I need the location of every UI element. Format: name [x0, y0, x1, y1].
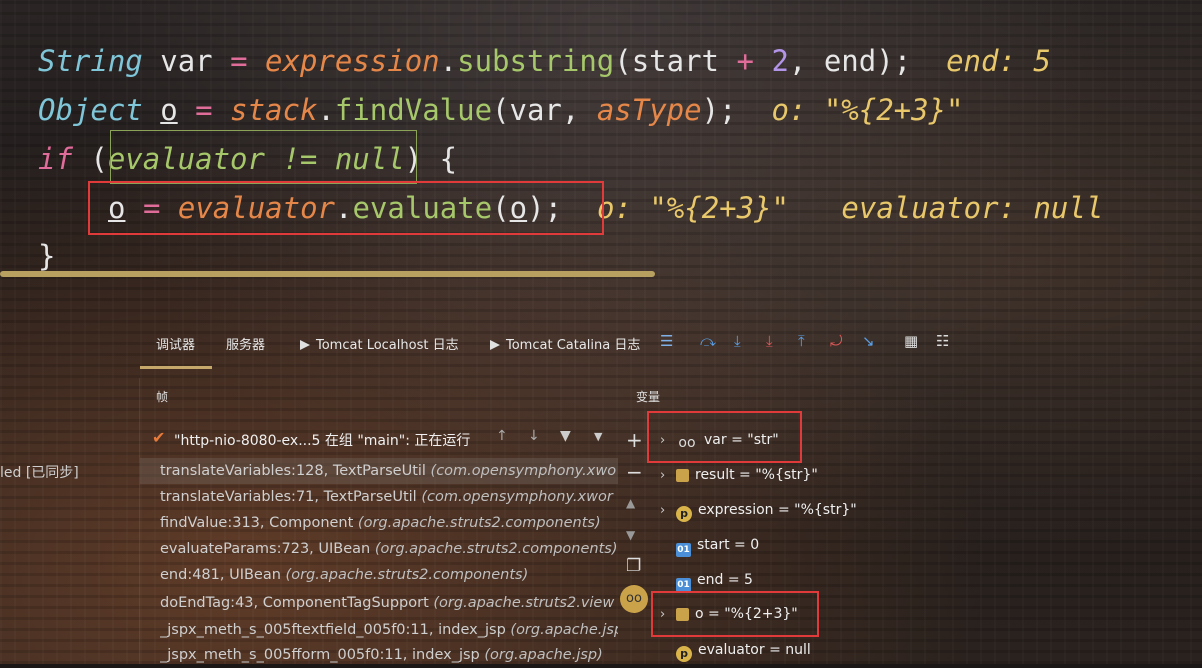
- menu-icon[interactable]: ☰: [660, 332, 673, 350]
- code-line-5: }: [38, 239, 56, 273]
- run-to-cursor-icon[interactable]: ↘: [862, 332, 875, 350]
- variables-side-toolbar: + − ▲ ▼ ❐: [622, 424, 648, 664]
- arrow-down-icon[interactable]: ↓: [528, 428, 540, 444]
- variables-panel-label: 变量: [636, 390, 661, 404]
- inline-hint: evaluator: null: [841, 191, 1104, 225]
- inline-hint: end: 5: [946, 44, 1051, 78]
- caret-row-highlight: [110, 130, 417, 184]
- code-line-1: String var = expression.substring(start …: [38, 44, 1051, 78]
- frame-row[interactable]: doEndTag:43, ComponentTagSupport (org.ap…: [160, 590, 618, 616]
- frame-row[interactable]: findValue:313, Component (org.apache.str…: [160, 510, 618, 536]
- tab-server[interactable]: 服务器: [226, 334, 265, 353]
- chevron-right-icon[interactable]: ›: [660, 461, 676, 491]
- move-up-icon[interactable]: ▲: [626, 496, 635, 510]
- inline-hint: o: "%{2+3}": [596, 191, 790, 225]
- frame-row[interactable]: _jspx_meth_s_005fform_005f0:11, index_js…: [160, 642, 618, 668]
- tab-debugger[interactable]: 调试器: [156, 334, 195, 353]
- variable-row[interactable]: 01 start = 0: [660, 530, 759, 560]
- annotation-box-o: [651, 591, 819, 637]
- step-over-icon[interactable]: ⤼: [700, 332, 716, 350]
- code-line-2: Object o = stack.findValue(var, asType);…: [38, 93, 964, 127]
- property-icon: p: [676, 506, 692, 522]
- arrow-up-icon[interactable]: ↑: [496, 428, 508, 444]
- move-down-icon[interactable]: ▼: [626, 528, 635, 542]
- filter-icon[interactable]: ▼: [560, 428, 571, 444]
- add-watch-icon[interactable]: +: [626, 428, 643, 452]
- primitive-icon: 01: [676, 578, 691, 592]
- inline-hint: o: "%{2+3}": [771, 93, 964, 127]
- evaluate-icon[interactable]: ▦: [904, 332, 918, 350]
- chevron-down-icon[interactable]: ▼: [594, 430, 602, 443]
- thread-label: "http-nio-8080-ex...5 在组 "main": 正在运行: [174, 433, 471, 449]
- frames-panel-label: 帧: [156, 390, 169, 404]
- frame-row[interactable]: _jspx_meth_s_005ftextfield_005f0:11, ind…: [160, 617, 618, 643]
- left-panel-fragment: led [已同步]: [0, 465, 79, 481]
- property-icon: p: [676, 646, 692, 662]
- trace-icon[interactable]: ☷: [936, 332, 949, 350]
- thread-selector[interactable]: ✔ "http-nio-8080-ex...5 在组 "main": 正在运行 …: [140, 424, 618, 454]
- drop-frame-icon[interactable]: ⤾: [830, 332, 843, 350]
- copy-icon[interactable]: ❐: [626, 556, 641, 576]
- primitive-icon: 01: [676, 543, 691, 557]
- force-step-into-icon[interactable]: ⤓: [766, 332, 773, 350]
- terminal-icon: [300, 340, 310, 350]
- terminal-icon: [490, 340, 500, 350]
- panel-divider: [139, 378, 140, 664]
- chevron-right-icon[interactable]: ›: [660, 496, 676, 526]
- remove-watch-icon[interactable]: −: [626, 460, 643, 484]
- frame-row[interactable]: end:481, UIBean (org.apache.struts2.comp…: [160, 562, 618, 588]
- list-icon: [676, 469, 689, 482]
- tab-tomcat-localhost[interactable]: Tomcat Localhost 日志: [300, 334, 459, 353]
- step-out-icon[interactable]: ⤒: [798, 332, 805, 350]
- tab-tomcat-catalina[interactable]: Tomcat Catalina 日志: [490, 334, 640, 353]
- annotation-box-var: [647, 411, 802, 463]
- watches-glasses-icon[interactable]: oo: [620, 585, 648, 613]
- variable-row[interactable]: p evaluator = null: [660, 635, 811, 665]
- variable-row[interactable]: › result = "%{str}": [660, 460, 818, 490]
- checkmark-icon: ✔: [152, 428, 166, 447]
- horizontal-scrollbar[interactable]: [0, 271, 655, 277]
- frame-row[interactable]: evaluateParams:723, UIBean (org.apache.s…: [160, 536, 618, 562]
- code-editor[interactable]: String var = expression.substring(start …: [0, 0, 1202, 277]
- debug-tabbar: 调试器 服务器 Tomcat Localhost 日志 Tomcat Catal…: [140, 322, 1202, 369]
- frame-row[interactable]: translateVariables:71, TextParseUtil (co…: [160, 484, 618, 510]
- annotation-box-code: [88, 181, 604, 235]
- step-into-icon[interactable]: ⤓: [734, 332, 741, 350]
- frame-row[interactable]: translateVariables:128, TextParseUtil (c…: [140, 458, 618, 484]
- variable-row[interactable]: › p expression = "%{str}": [660, 495, 857, 525]
